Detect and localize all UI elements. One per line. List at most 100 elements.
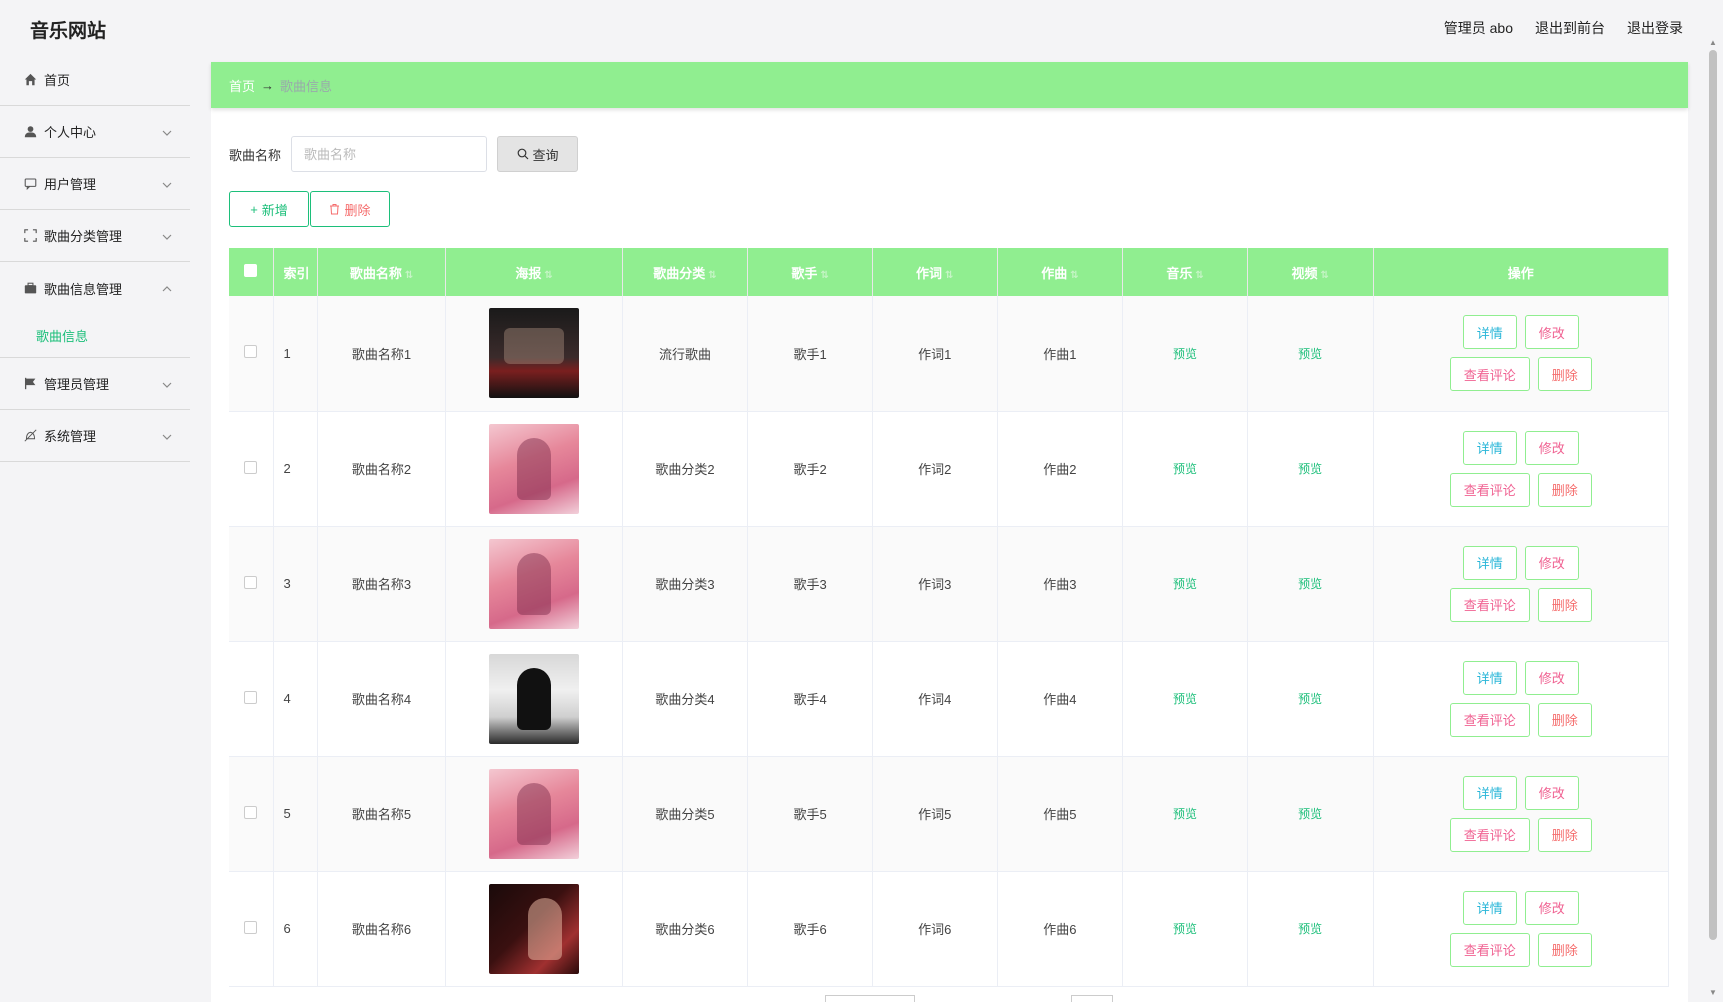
col-singer[interactable]: 歌手 ⇅	[747, 248, 873, 296]
row-select-cell[interactable]	[229, 641, 274, 757]
row-select-cell[interactable]	[229, 296, 274, 412]
col-ops: 操作	[1373, 248, 1670, 296]
row-checkbox[interactable]	[244, 345, 258, 359]
poster-image[interactable]	[489, 538, 580, 629]
row-checkbox[interactable]	[244, 920, 258, 934]
detail-button[interactable]: 详情	[1462, 430, 1517, 465]
breadcrumb-home[interactable]: 首页	[229, 76, 255, 95]
view-comments-button[interactable]: 查看评论	[1449, 357, 1530, 392]
view-comments-button[interactable]: 查看评论	[1449, 587, 1530, 622]
col-compose[interactable]: 作曲 ⇅	[997, 248, 1124, 296]
detail-button[interactable]: 详情	[1462, 890, 1517, 925]
sort-icon[interactable]: ⇅	[1321, 270, 1329, 281]
view-comments-button[interactable]: 查看评论	[1449, 702, 1530, 737]
detail-button[interactable]: 详情	[1462, 660, 1517, 695]
video-preview-link[interactable]: 预览	[1298, 577, 1322, 591]
col-name[interactable]: 歌曲名称 ⇅	[317, 248, 447, 296]
row-checkbox[interactable]	[244, 575, 258, 589]
row-select-cell[interactable]	[229, 411, 274, 527]
col-category[interactable]: 歌曲分类 ⇅	[622, 248, 749, 296]
sidebar-item-home[interactable]: 首页	[0, 54, 190, 106]
row-checkbox[interactable]	[244, 690, 258, 704]
row-select-cell[interactable]	[229, 871, 274, 987]
sidebar-item-song-info[interactable]: 歌曲信息管理	[0, 262, 190, 314]
sort-icon[interactable]: ⇅	[1070, 270, 1078, 281]
sidebar-item-personal[interactable]: 个人中心	[0, 106, 190, 158]
table-header-row: 索引 歌曲名称 ⇅ 海报 ⇅ 歌曲分类 ⇅ 歌手 ⇅ 作词 ⇅ 作曲 ⇅ 音乐 ⇅ 视频 ⇅ 操…	[229, 248, 1670, 296]
edit-button[interactable]: 修改	[1524, 775, 1579, 810]
col-video[interactable]: 视频 ⇅	[1247, 248, 1374, 296]
row-checkbox[interactable]	[244, 460, 258, 474]
row-checkbox[interactable]	[244, 805, 258, 819]
music-preview-link[interactable]: 预览	[1173, 807, 1197, 821]
logout-link[interactable]: 退出登录	[1627, 18, 1683, 38]
sort-icon[interactable]: ⇅	[708, 270, 716, 281]
cell-category: 歌曲分类4	[622, 641, 749, 757]
poster-image[interactable]	[489, 883, 580, 974]
col-music[interactable]: 音乐 ⇅	[1122, 248, 1248, 296]
detail-button[interactable]: 详情	[1462, 775, 1517, 810]
view-comments-button[interactable]: 查看评论	[1449, 817, 1530, 852]
col-music-label: 音乐	[1166, 265, 1193, 281]
music-preview-link[interactable]: 预览	[1173, 577, 1197, 591]
sidebar-item-system[interactable]: 系统管理	[0, 410, 190, 462]
sort-icon[interactable]: ⇅	[544, 270, 552, 281]
add-button[interactable]: + 新增	[229, 191, 309, 227]
sidebar-item-users[interactable]: 用户管理	[0, 158, 190, 210]
scrollbar[interactable]	[1709, 50, 1717, 940]
scroll-down-icon[interactable]: ▼	[1709, 988, 1717, 997]
col-poster[interactable]: 海报 ⇅	[445, 248, 623, 296]
col-lyric-label: 作词	[916, 265, 943, 281]
video-preview-link[interactable]: 预览	[1298, 807, 1322, 821]
song-name-input[interactable]	[291, 136, 488, 172]
batch-delete-button[interactable]: 删除	[310, 191, 390, 227]
poster-image[interactable]	[489, 653, 580, 744]
video-preview-link[interactable]: 预览	[1298, 922, 1322, 936]
view-comments-button[interactable]: 查看评论	[1449, 932, 1530, 967]
cell-index: 5	[273, 756, 318, 872]
video-preview-link[interactable]: 预览	[1298, 462, 1322, 476]
poster-image[interactable]	[489, 768, 580, 859]
delete-button[interactable]: 删除	[1537, 932, 1592, 967]
edit-button[interactable]: 修改	[1524, 430, 1579, 465]
poster-image[interactable]	[489, 308, 580, 399]
music-preview-link[interactable]: 预览	[1173, 462, 1197, 476]
edit-button[interactable]: 修改	[1524, 545, 1579, 580]
edit-button[interactable]: 修改	[1524, 890, 1579, 925]
to-front-link[interactable]: 退出到前台	[1535, 18, 1605, 38]
poster-image[interactable]	[489, 423, 580, 514]
music-preview-link[interactable]: 预览	[1173, 692, 1197, 706]
cell-ops: 详情 修改 查看评论 删除	[1373, 296, 1670, 412]
sort-icon[interactable]: ⇅	[405, 270, 413, 281]
delete-button[interactable]: 删除	[1537, 817, 1592, 852]
sidebar-item-label: 个人中心	[44, 125, 97, 140]
sidebar-subitem-song-info[interactable]: 歌曲信息	[0, 314, 190, 358]
music-preview-link[interactable]: 预览	[1173, 347, 1197, 361]
sort-icon[interactable]: ⇅	[1195, 270, 1203, 281]
delete-button[interactable]: 删除	[1537, 357, 1592, 392]
delete-button[interactable]: 删除	[1537, 472, 1592, 507]
scroll-up-icon[interactable]: ▲	[1709, 38, 1717, 47]
row-select-cell[interactable]	[229, 756, 274, 872]
music-preview-link[interactable]: 预览	[1173, 922, 1197, 936]
sort-icon[interactable]: ⇅	[820, 270, 828, 281]
row-select-cell[interactable]	[229, 526, 274, 642]
edit-button[interactable]: 修改	[1524, 660, 1579, 695]
row-actions: 详情 修改 查看评论 删除	[1421, 430, 1621, 507]
cell-poster	[445, 871, 623, 987]
delete-button[interactable]: 删除	[1537, 702, 1592, 737]
video-preview-link[interactable]: 预览	[1298, 692, 1322, 706]
sidebar-item-admin[interactable]: 管理员管理	[0, 358, 190, 410]
sort-icon[interactable]: ⇅	[945, 270, 953, 281]
detail-button[interactable]: 详情	[1462, 315, 1517, 350]
delete-button[interactable]: 删除	[1537, 587, 1592, 622]
view-comments-button[interactable]: 查看评论	[1449, 472, 1530, 507]
col-lyric[interactable]: 作词 ⇅	[872, 248, 998, 296]
select-all-cell[interactable]	[229, 248, 274, 296]
edit-button[interactable]: 修改	[1524, 315, 1579, 350]
select-all-checkbox[interactable]	[244, 264, 258, 277]
video-preview-link[interactable]: 预览	[1298, 347, 1322, 361]
query-button[interactable]: 查询	[497, 136, 579, 172]
sidebar-item-category[interactable]: 歌曲分类管理	[0, 210, 190, 262]
detail-button[interactable]: 详情	[1462, 545, 1517, 580]
